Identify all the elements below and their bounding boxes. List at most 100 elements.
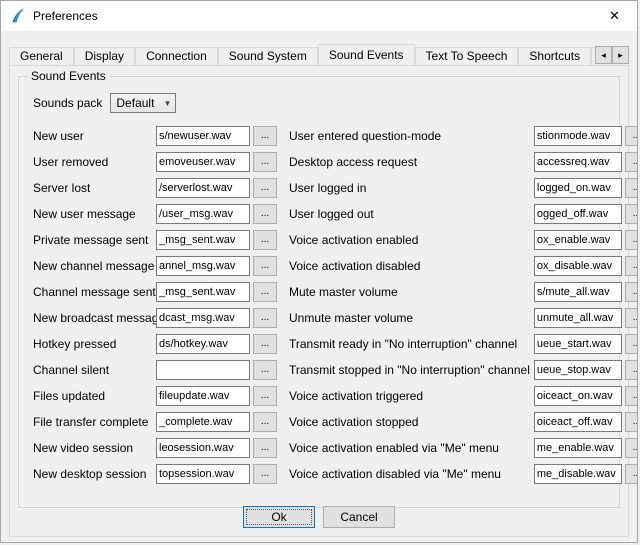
browse-button[interactable]: ... [253,256,277,276]
browse-button[interactable]: ... [253,464,277,484]
browse-button[interactable]: ... [253,386,277,406]
close-button[interactable]: ✕ [592,1,637,31]
browse-button[interactable]: ... [625,386,638,406]
browse-button[interactable]: ... [253,230,277,250]
sounds-pack-combobox[interactable]: Default ▼ [110,93,176,113]
browse-button[interactable]: ... [253,412,277,432]
sound-event-row: New user message... [33,201,277,227]
sound-file-input[interactable] [156,152,250,172]
sound-file-input[interactable] [156,386,250,406]
tab-sound-events[interactable]: Sound Events [318,44,415,65]
chevron-down-icon: ▼ [163,99,175,108]
browse-button[interactable]: ... [625,334,638,354]
sound-event-row: User removed... [33,149,277,175]
browse-button[interactable]: ... [625,282,638,302]
preferences-window: Preferences ✕ GeneralDisplayConnectionSo… [0,0,638,543]
sound-file-input[interactable] [534,204,622,224]
sound-file-input[interactable] [534,386,622,406]
sound-event-label: Voice activation triggered [289,389,534,403]
title-bar: Preferences ✕ [1,1,637,31]
browse-button[interactable]: ... [253,334,277,354]
sound-event-label: Private message sent [33,233,156,247]
tab-page-sound-events: Sound Events Sounds pack Default ▼ New u… [9,65,629,537]
sound-file-input[interactable] [156,178,250,198]
browse-button[interactable]: ... [625,256,638,276]
sound-file-input[interactable] [156,256,250,276]
sound-file-input[interactable] [534,126,622,146]
browse-button[interactable]: ... [625,412,638,432]
sound-file-input[interactable] [156,204,250,224]
dialog-buttons: Ok Cancel [10,506,628,528]
sound-file-input[interactable] [156,334,250,354]
browse-button[interactable]: ... [253,126,277,146]
cancel-button[interactable]: Cancel [323,506,395,528]
sound-file-input[interactable] [534,256,622,276]
tab-general[interactable]: General [9,47,74,65]
sound-event-row: Voice activation disabled... [289,253,638,279]
sound-event-row: Voice activation enabled via "Me" menu..… [289,435,638,461]
browse-button[interactable]: ... [253,438,277,458]
sound-file-input[interactable] [534,438,622,458]
tab-scroll-buttons: ◂ ▸ [595,46,629,64]
sound-file-input[interactable] [534,178,622,198]
browse-button[interactable]: ... [625,204,638,224]
browse-button[interactable]: ... [253,152,277,172]
sound-file-input[interactable] [156,412,250,432]
sound-file-input[interactable] [534,464,622,484]
tab-shortcuts[interactable]: Shortcuts [518,47,591,65]
tab-sound-system[interactable]: Sound System [218,47,318,65]
sound-file-input[interactable] [156,438,250,458]
sound-file-input[interactable] [534,152,622,172]
sound-file-input[interactable] [534,412,622,432]
browse-button[interactable]: ... [253,282,277,302]
sound-event-row: User logged in... [289,175,638,201]
browse-button[interactable]: ... [625,152,638,172]
sound-event-row: File transfer complete... [33,409,277,435]
tab-scroll-left-icon[interactable]: ◂ [595,46,612,64]
sound-file-input[interactable] [156,230,250,250]
sound-file-input[interactable] [156,282,250,302]
tab-display[interactable]: Display [74,47,135,65]
tab-text-to-speech[interactable]: Text To Speech [415,47,519,65]
tab-connection[interactable]: Connection [135,47,218,65]
sound-event-row: User entered question-mode... [289,123,638,149]
ok-button[interactable]: Ok [243,506,315,528]
sound-file-input[interactable] [534,360,622,380]
sound-event-label: User logged in [289,181,534,195]
browse-button[interactable]: ... [625,360,638,380]
sound-event-row: Voice activation stopped... [289,409,638,435]
sound-event-label: Voice activation stopped [289,415,534,429]
browse-button[interactable]: ... [625,230,638,250]
browse-button[interactable]: ... [625,178,638,198]
sound-file-input[interactable] [534,308,622,328]
browse-button[interactable]: ... [253,204,277,224]
sound-event-row: New desktop session... [33,461,277,487]
sound-file-input[interactable] [156,360,250,380]
sound-event-row: Voice activation enabled... [289,227,638,253]
sound-file-input[interactable] [534,334,622,354]
browse-button[interactable]: ... [625,308,638,328]
sound-event-label: Channel silent [33,363,156,377]
browse-button[interactable]: ... [625,438,638,458]
browse-button[interactable]: ... [625,126,638,146]
sounds-pack-row: Sounds pack Default ▼ [33,93,176,113]
browse-button[interactable]: ... [253,360,277,380]
sound-event-row: New broadcast message... [33,305,277,331]
tab-scroll-right-icon[interactable]: ▸ [612,46,629,64]
sound-event-label: New user [33,129,156,143]
sound-event-row: New video session... [33,435,277,461]
sound-file-input[interactable] [156,464,250,484]
sound-event-row: Channel silent... [33,357,277,383]
sound-event-label: Transmit ready in "No interruption" chan… [289,337,534,351]
browse-button[interactable]: ... [625,464,638,484]
sound-file-input[interactable] [534,282,622,302]
sound-file-input[interactable] [534,230,622,250]
sound-event-label: File transfer complete [33,415,156,429]
sound-file-input[interactable] [156,308,250,328]
sound-event-row: New channel message... [33,253,277,279]
browse-button[interactable]: ... [253,178,277,198]
sound-event-row: Files updated... [33,383,277,409]
browse-button[interactable]: ... [253,308,277,328]
sound-file-input[interactable] [156,126,250,146]
sound-events-right-column: User entered question-mode...Desktop acc… [289,123,638,487]
